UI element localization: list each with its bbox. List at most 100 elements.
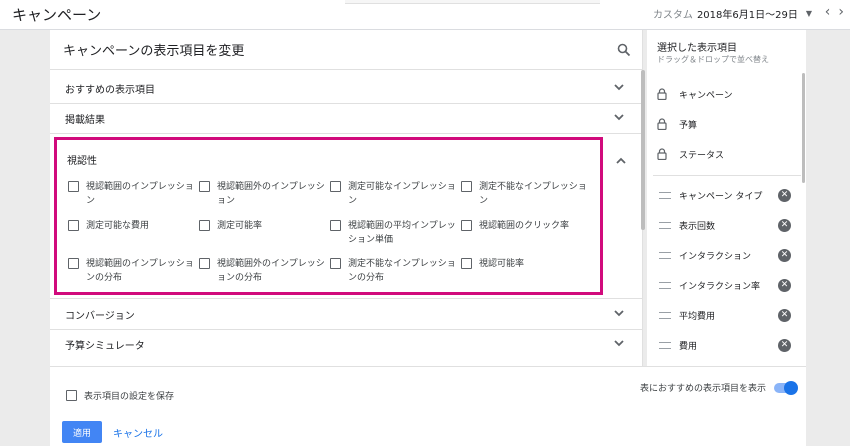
panel-title: キャンペーンの表示項目を変更: [63, 44, 245, 59]
metric-checkbox[interactable]: 測定可能なインプレッション: [330, 180, 460, 208]
selected-title: 選択した表示項目: [657, 43, 737, 54]
movable-column-item[interactable]: インタラクション率 ✕: [647, 270, 806, 300]
metric-checkbox[interactable]: 視認範囲のインプレッション: [68, 180, 198, 208]
section-performance[interactable]: 掲載結果: [50, 103, 643, 133]
checkbox[interactable]: [68, 181, 79, 192]
lock-icon: [657, 118, 667, 130]
checkbox[interactable]: [330, 258, 341, 269]
checkbox[interactable]: [199, 258, 210, 269]
date-range-picker[interactable]: カスタム 2018年6月1日〜29日 ▼: [653, 6, 812, 21]
overlay-shadow: [345, 0, 600, 4]
column-label: 表示回数: [679, 221, 716, 232]
page-title: キャンペーン: [12, 6, 102, 24]
drag-handle-icon[interactable]: [659, 311, 671, 319]
toggle-knob: [784, 380, 798, 395]
metric-checkbox[interactable]: 視認範囲外のインプレッションの分布: [199, 257, 329, 285]
selected-scrollbar[interactable]: [802, 73, 805, 183]
panel-scrollbar[interactable]: [641, 70, 645, 230]
search-icon[interactable]: [617, 43, 631, 57]
checkbox[interactable]: [66, 390, 77, 401]
checkbox[interactable]: [68, 220, 79, 231]
metric-label: 視認範囲外のインプレッションの分布: [217, 259, 325, 283]
date-range-value: 2018年6月1日〜29日: [696, 10, 798, 21]
metric-checkbox[interactable]: 視認範囲の平均インプレッション単価: [330, 219, 460, 247]
metric-checkbox[interactable]: 視認範囲のクリック率: [461, 219, 591, 233]
section-label: おすすめの表示項目: [65, 84, 155, 96]
save-settings-checkbox[interactable]: 表示項目の設定を保存: [66, 389, 174, 402]
chevron-down-icon: [614, 340, 624, 347]
remove-icon[interactable]: ✕: [778, 188, 791, 202]
divider: [50, 133, 643, 134]
checkbox[interactable]: [199, 181, 210, 192]
remove-icon[interactable]: ✕: [778, 338, 791, 352]
selected-subtitle: ドラッグ＆ドロップで並べ替え: [657, 55, 769, 64]
chevron-up-icon[interactable]: [615, 155, 627, 167]
metric-label: 測定可能率: [217, 221, 263, 231]
section-recommended[interactable]: おすすめの表示項目: [50, 73, 643, 103]
metric-label: 測定不能なインプレッション: [479, 182, 587, 206]
metric-checkbox[interactable]: 測定可能な費用: [68, 219, 198, 233]
next-period-icon[interactable]: ›: [838, 4, 844, 20]
recommended-toggle[interactable]: 表におすすめの表示項目を表示: [640, 380, 798, 395]
metric-label: 視認範囲の平均インプレッション単価: [348, 221, 456, 245]
movable-column-item[interactable]: 表示回数 ✕: [647, 210, 806, 240]
movable-column-item[interactable]: インタラクション ✕: [647, 240, 806, 270]
chevron-down-icon: [614, 114, 624, 121]
checkbox[interactable]: [461, 220, 472, 231]
column-label: キャンペーン: [679, 90, 733, 101]
section-conversions[interactable]: コンバージョン: [50, 299, 643, 329]
chevron-down-icon: [614, 310, 624, 317]
metric-label: 視認可能率: [479, 259, 525, 269]
movable-column-item[interactable]: キャンペーン タイプ ✕: [647, 180, 806, 210]
column-label: 費用: [679, 341, 698, 352]
movable-column-item[interactable]: 費用 ✕: [647, 330, 806, 360]
drag-handle-icon[interactable]: [659, 191, 671, 199]
checkbox[interactable]: [199, 220, 210, 231]
lock-icon: [657, 88, 667, 100]
checkbox[interactable]: [330, 181, 341, 192]
metric-checkbox[interactable]: 視認範囲外のインプレッション: [199, 180, 329, 208]
metric-label: 視認範囲のクリック率: [479, 221, 570, 231]
toggle-switch[interactable]: [774, 380, 798, 395]
column-label: インタラクション: [679, 251, 752, 262]
metric-checkbox[interactable]: 測定可能率: [199, 219, 329, 233]
locked-column-item: ステータス: [647, 139, 806, 169]
checkbox[interactable]: [68, 258, 79, 269]
locked-column-item: キャンペーン: [647, 79, 806, 109]
locked-column-item: 予算: [647, 109, 806, 139]
section-title: 視認性: [67, 156, 97, 167]
remove-icon[interactable]: ✕: [778, 278, 791, 292]
cancel-button[interactable]: キャンセル: [113, 425, 163, 440]
selected-columns-panel: 選択した表示項目 ドラッグ＆ドロップで並べ替え キャンペーン 予算 ステータス …: [647, 30, 806, 366]
drag-handle-icon[interactable]: [659, 221, 671, 229]
checkbox[interactable]: [461, 181, 472, 192]
drag-handle-icon[interactable]: [659, 341, 671, 349]
drag-handle-icon[interactable]: [659, 251, 671, 259]
metric-checkbox[interactable]: 視認範囲のインプレッションの分布: [68, 257, 198, 285]
column-label: 予算: [679, 120, 698, 131]
metric-checkbox[interactable]: 視認可能率: [461, 257, 591, 271]
metric-label: 測定不能なインプレッションの分布: [348, 259, 456, 283]
checkbox[interactable]: [330, 220, 341, 231]
remove-icon[interactable]: ✕: [778, 218, 791, 232]
date-preset-label: カスタム: [652, 10, 693, 21]
metric-label: 視認範囲のインプレッションの分布: [86, 259, 194, 283]
section-budget-simulator[interactable]: 予算シミュレータ: [50, 329, 643, 359]
column-label: 平均費用: [679, 311, 716, 322]
previous-period-icon[interactable]: ‹: [825, 4, 831, 20]
column-label: ステータス: [679, 150, 725, 161]
apply-button[interactable]: 適用: [62, 421, 102, 443]
checkbox[interactable]: [461, 258, 472, 269]
column-label: インタラクション率: [679, 281, 761, 292]
save-settings-label: 表示項目の設定を保存: [84, 392, 175, 402]
remove-icon[interactable]: ✕: [778, 248, 791, 262]
movable-column-item[interactable]: 平均費用 ✕: [647, 300, 806, 330]
metric-checkbox[interactable]: 測定不能なインプレッション: [461, 180, 591, 208]
drag-handle-icon[interactable]: [659, 281, 671, 289]
dropdown-caret-icon[interactable]: ▼: [806, 9, 812, 18]
section-label: 掲載結果: [65, 114, 105, 126]
section-label: 予算シミュレータ: [65, 340, 145, 352]
column-label: キャンペーン タイプ: [679, 191, 763, 202]
remove-icon[interactable]: ✕: [778, 308, 791, 322]
metric-checkbox[interactable]: 測定不能なインプレッションの分布: [330, 257, 460, 285]
